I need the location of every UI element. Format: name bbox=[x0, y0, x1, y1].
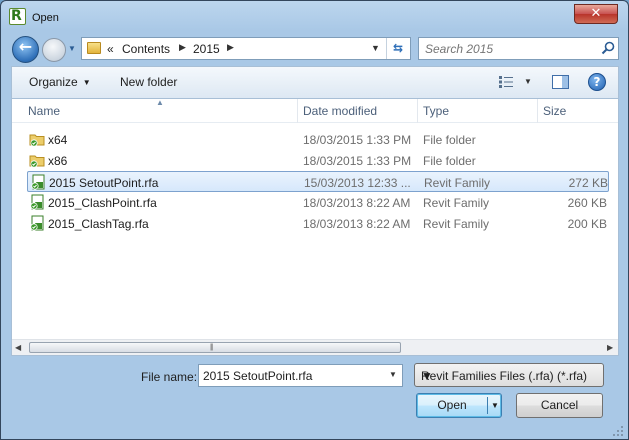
file-type: Revit Family bbox=[423, 217, 490, 231]
breadcrumb-contents[interactable]: Contents bbox=[122, 42, 170, 56]
file-type: File folder bbox=[423, 154, 476, 168]
open-button-label: Open bbox=[437, 398, 467, 412]
column-header: ▲ Name Date modified Type Size bbox=[12, 98, 618, 123]
scroll-right-icon[interactable]: ▶ bbox=[607, 343, 613, 352]
file-type: File folder bbox=[423, 133, 476, 147]
chevron-down-icon: ▼ bbox=[82, 78, 91, 87]
folder-icon bbox=[87, 42, 101, 54]
organize-button[interactable]: Organize ▼ bbox=[29, 75, 91, 89]
forward-button[interactable] bbox=[42, 38, 66, 62]
open-button[interactable]: Open ▼ bbox=[416, 393, 502, 418]
file-name: x64 bbox=[48, 133, 68, 147]
file-list[interactable]: ▲ Name Date modified Type Size x64 18/03/… bbox=[11, 98, 619, 356]
file-date-modified: 18/03/2013 8:22 AM bbox=[303, 196, 411, 210]
file-size: 272 KB bbox=[568, 176, 608, 190]
refresh-button[interactable]: ⇆ bbox=[386, 38, 409, 59]
file-type-filter-value: Revit Families Files (.rfa) (*.rfa) bbox=[421, 369, 588, 383]
column-divider bbox=[537, 99, 538, 123]
file-size: 260 KB bbox=[567, 196, 607, 210]
file-row[interactable]: 2015_ClashPoint.rfa 18/03/2013 8:22 AM Rev… bbox=[27, 192, 609, 213]
column-size[interactable]: Size bbox=[543, 104, 566, 118]
column-divider bbox=[297, 99, 298, 123]
address-bar[interactable]: « Contents ▶ 2015 ▶ ▼ bbox=[81, 37, 411, 60]
file-name-input[interactable] bbox=[203, 368, 378, 383]
file-name-field[interactable]: ▼ bbox=[198, 364, 403, 387]
revit-family-icon bbox=[31, 174, 45, 190]
window-title: Open bbox=[32, 12, 59, 24]
scrollbar-thumb[interactable]: ||| bbox=[29, 342, 401, 353]
column-date-modified[interactable]: Date modified bbox=[303, 104, 377, 118]
horizontal-scrollbar[interactable]: ◀ ||| ▶ bbox=[12, 339, 618, 355]
file-name: 2015_ClashTag.rfa bbox=[48, 217, 149, 231]
file-date-modified: 18/03/2015 1:33 PM bbox=[303, 154, 412, 168]
file-name-label: File name: bbox=[141, 370, 198, 384]
folder-icon bbox=[29, 155, 45, 168]
address-dropdown-icon[interactable]: ▼ bbox=[371, 43, 380, 53]
split-divider bbox=[487, 397, 488, 414]
revit-family-icon bbox=[30, 215, 44, 231]
new-folder-button[interactable]: New folder bbox=[120, 75, 177, 89]
scroll-left-icon[interactable]: ◀ bbox=[15, 343, 21, 352]
search-box[interactable] bbox=[418, 37, 619, 60]
help-icon[interactable]: ? bbox=[588, 73, 606, 91]
grip-icon: ||| bbox=[210, 344, 214, 351]
file-row[interactable]: x86 18/03/2015 1:33 PM File folder bbox=[27, 150, 609, 171]
revit-app-icon: R bbox=[9, 8, 26, 25]
close-button[interactable]: ✕ bbox=[574, 4, 618, 24]
open-options-dropdown-icon[interactable]: ▼ bbox=[491, 394, 499, 417]
cancel-button[interactable]: Cancel bbox=[516, 393, 603, 418]
column-divider bbox=[417, 99, 418, 123]
file-name: 2015_ClashPoint.rfa bbox=[48, 196, 157, 210]
file-type: Revit Family bbox=[424, 176, 491, 190]
chevron-down-icon[interactable]: ▼ bbox=[389, 370, 397, 379]
resize-grip-icon[interactable] bbox=[612, 425, 624, 437]
file-date-modified: 18/03/2015 1:33 PM bbox=[303, 133, 412, 147]
folder-icon bbox=[29, 134, 45, 147]
file-name: 2015 SetoutPoint.rfa bbox=[49, 176, 159, 190]
column-name[interactable]: Name bbox=[28, 104, 60, 118]
chevron-right-icon[interactable]: ▶ bbox=[179, 42, 186, 53]
sort-ascending-icon: ▲ bbox=[156, 98, 164, 107]
organize-label: Organize bbox=[29, 75, 78, 89]
file-row[interactable]: 2015_ClashTag.rfa 18/03/2013 8:22 AM Revit… bbox=[27, 213, 609, 234]
path-overflow[interactable]: « bbox=[107, 42, 114, 56]
title-bar[interactable]: R Open ✕ bbox=[1, 1, 628, 33]
view-dropdown-icon[interactable]: ▼ bbox=[524, 77, 532, 86]
chevron-down-icon: ▼ bbox=[421, 369, 433, 383]
chevron-right-icon[interactable]: ▶ bbox=[227, 42, 234, 53]
file-row[interactable]: 2015 SetoutPoint.rfa 15/03/2013 12:33 ...… bbox=[27, 171, 609, 192]
file-date-modified: 18/03/2013 8:22 AM bbox=[303, 217, 411, 231]
search-icon[interactable] bbox=[600, 40, 616, 56]
recent-locations-dropdown-icon[interactable]: ▼ bbox=[68, 44, 78, 54]
revit-family-icon bbox=[30, 194, 44, 210]
search-input[interactable] bbox=[425, 41, 595, 56]
back-button[interactable]: ← bbox=[12, 36, 39, 63]
file-type: Revit Family bbox=[423, 196, 490, 210]
file-date-modified: 15/03/2013 12:33 ... bbox=[304, 176, 411, 190]
file-type-filter[interactable]: Revit Families Files (.rfa) (*.rfa) ▼ bbox=[414, 363, 604, 387]
file-row[interactable]: x64 18/03/2015 1:33 PM File folder bbox=[27, 129, 609, 150]
preview-pane-icon[interactable] bbox=[552, 75, 569, 89]
file-size: 200 KB bbox=[567, 217, 607, 231]
breadcrumb-2015[interactable]: 2015 bbox=[193, 42, 220, 56]
column-type[interactable]: Type bbox=[423, 104, 449, 118]
change-view-icon[interactable] bbox=[499, 76, 513, 88]
command-bar: Organize ▼ New folder ▼ ? bbox=[11, 66, 619, 98]
file-name: x86 bbox=[48, 154, 68, 168]
open-dialog: R Open ✕ ← ▼ « Contents ▶ 2015 ▶ ▼ ⇆ Org… bbox=[0, 0, 629, 440]
